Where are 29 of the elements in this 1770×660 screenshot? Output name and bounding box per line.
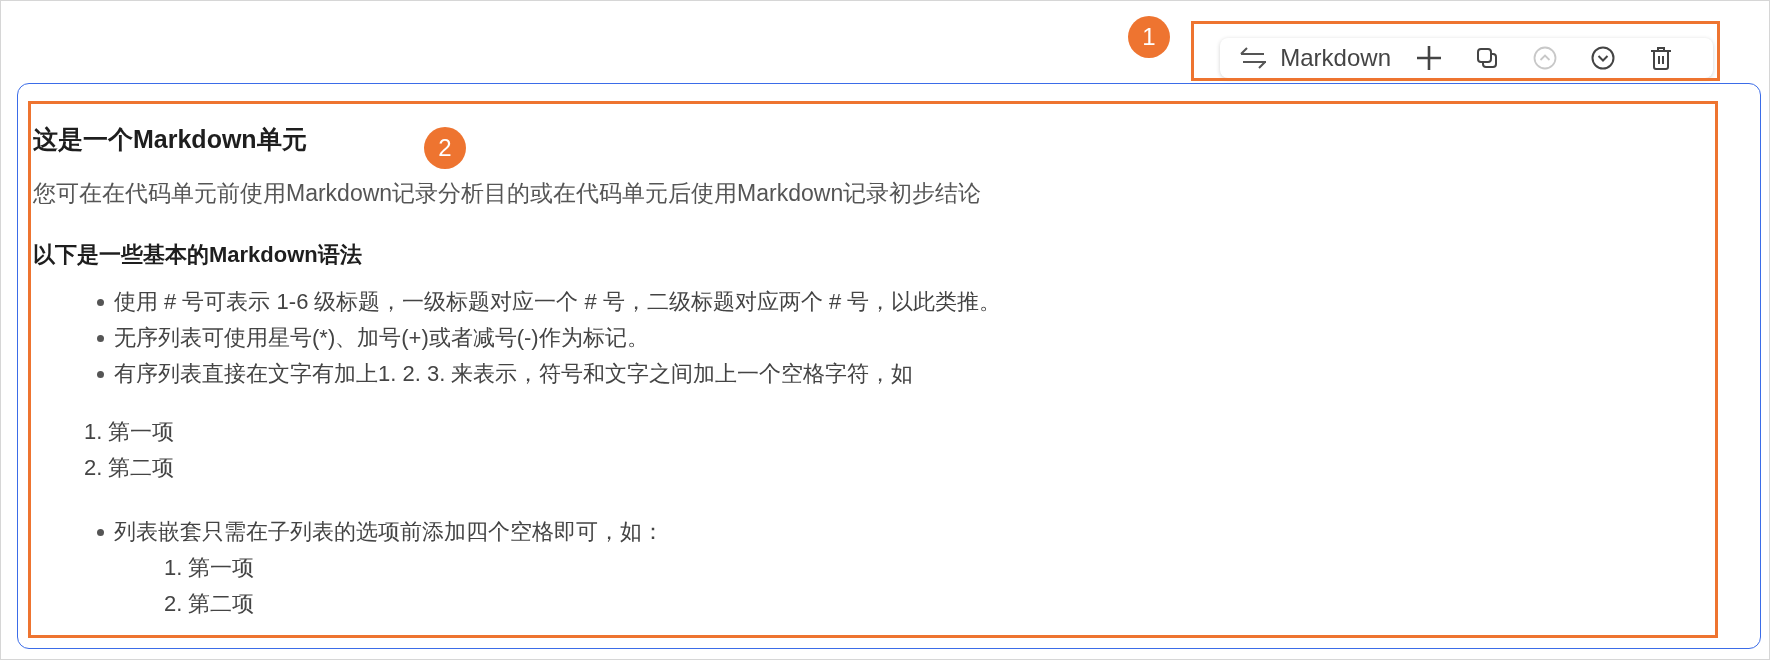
plus-icon [1415, 44, 1443, 72]
list-item-text: 使用 # 号可表示 1-6 级标题，一级标题对应一个 # 号，二级标题对应两个 # 号，以此类推。 [114, 288, 1002, 316]
callout-badge: 1 [1128, 16, 1170, 58]
list-number: 1. [164, 554, 183, 582]
list-number: 1. [84, 418, 103, 446]
chevron-down-circle-icon [1591, 46, 1615, 70]
list-number: 2. [84, 454, 103, 482]
list-item-text: 第二项 [188, 590, 255, 618]
list-item-text: 第二项 [108, 454, 175, 482]
list-item-text: 第一项 [108, 418, 175, 446]
list-item-text: 无序列表可使用星号(*)、加号(+)或者减号(-)作为标记。 [114, 324, 649, 352]
bullet-icon [97, 334, 104, 342]
list-number: 2. [164, 590, 183, 618]
bullet-icon [97, 298, 104, 306]
copy-icon [1476, 47, 1498, 69]
list-item-text: 列表嵌套只需在子列表的选项前添加四个空格即可，如： [114, 518, 664, 546]
chevron-up-circle-icon [1533, 46, 1557, 70]
callout-badge: 2 [424, 127, 466, 169]
cell-paragraph: 您可在在代码单元前使用Markdown记录分析目的或在代码单元后使用Markdown记录初步结论 [33, 180, 982, 207]
trash-icon [1650, 46, 1672, 70]
cell-subheading: 以下是一些基本的Markdown语法 [33, 241, 362, 268]
swap-icon [1240, 47, 1267, 69]
swap-button[interactable] [1240, 47, 1267, 69]
cell-type-label: Markdown [1280, 44, 1391, 72]
bullet-icon [97, 528, 104, 536]
list-item-text: 第一项 [188, 554, 255, 582]
list-item-text: 有序列表直接在文字有加上1. 2. 3. 来表示，符号和文字之间加上一个空格字符，如 [114, 360, 914, 388]
bullet-icon [97, 370, 104, 378]
cell-heading: 这是一个Markdown单元 [33, 124, 307, 154]
